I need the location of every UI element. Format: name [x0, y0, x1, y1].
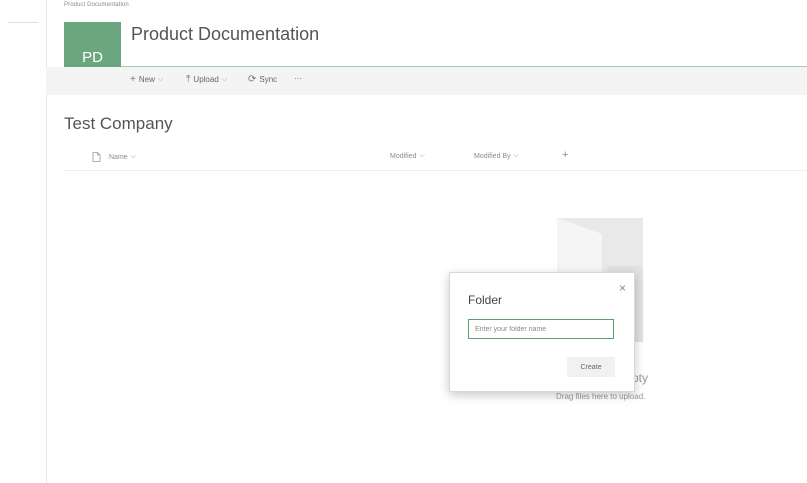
column-header-divider: [64, 170, 807, 171]
left-rail: [0, 0, 47, 483]
empty-state-subtitle: Drag files here to upload.: [556, 392, 646, 401]
sync-icon: ⟳: [248, 74, 257, 85]
site-title[interactable]: Product Documentation: [131, 24, 319, 45]
upload-icon: ⤒: [186, 74, 191, 85]
create-button[interactable]: Create: [567, 357, 615, 377]
chevron-down-icon: ⌵: [130, 153, 136, 160]
column-name-label: Name: [109, 153, 128, 161]
more-button[interactable]: ···: [294, 74, 302, 83]
chevron-down-icon: ⌵: [513, 152, 519, 159]
column-header-modified[interactable]: Modified ⌵: [390, 152, 425, 160]
chevron-down-icon: ⌵: [221, 75, 228, 83]
add-column-button[interactable]: +: [562, 149, 568, 161]
column-modified-by-label: Modified By: [474, 152, 511, 160]
site-logo-text: PD: [82, 49, 103, 66]
dialog-title: Folder: [468, 293, 503, 307]
upload-button-label: Upload: [193, 75, 219, 84]
rail-divider: [8, 22, 38, 23]
plus-icon: +: [130, 74, 136, 85]
column-header-modified-by[interactable]: Modified By ⌵: [474, 152, 519, 160]
chevron-down-icon: ⌵: [157, 75, 164, 83]
sync-button-label: Sync: [259, 75, 278, 84]
library-title: Test Company: [64, 114, 173, 133]
new-folder-dialog: × Folder Create: [449, 272, 635, 392]
more-icon: ···: [294, 74, 302, 83]
file-type-icon: [92, 152, 101, 162]
column-header-name[interactable]: Name ⌵: [92, 152, 136, 162]
new-button[interactable]: + New ⌵: [130, 74, 163, 85]
chevron-down-icon: ⌵: [419, 152, 425, 159]
column-modified-label: Modified: [390, 152, 417, 160]
plus-icon: +: [562, 149, 569, 161]
new-button-label: New: [138, 75, 155, 84]
sync-button[interactable]: ⟳ Sync: [248, 74, 277, 85]
upload-button[interactable]: ⤒ Upload ⌵: [186, 74, 227, 85]
breadcrumb[interactable]: Product Documentation: [64, 2, 129, 8]
folder-name-input[interactable]: [468, 319, 614, 339]
close-icon[interactable]: ×: [619, 281, 626, 295]
